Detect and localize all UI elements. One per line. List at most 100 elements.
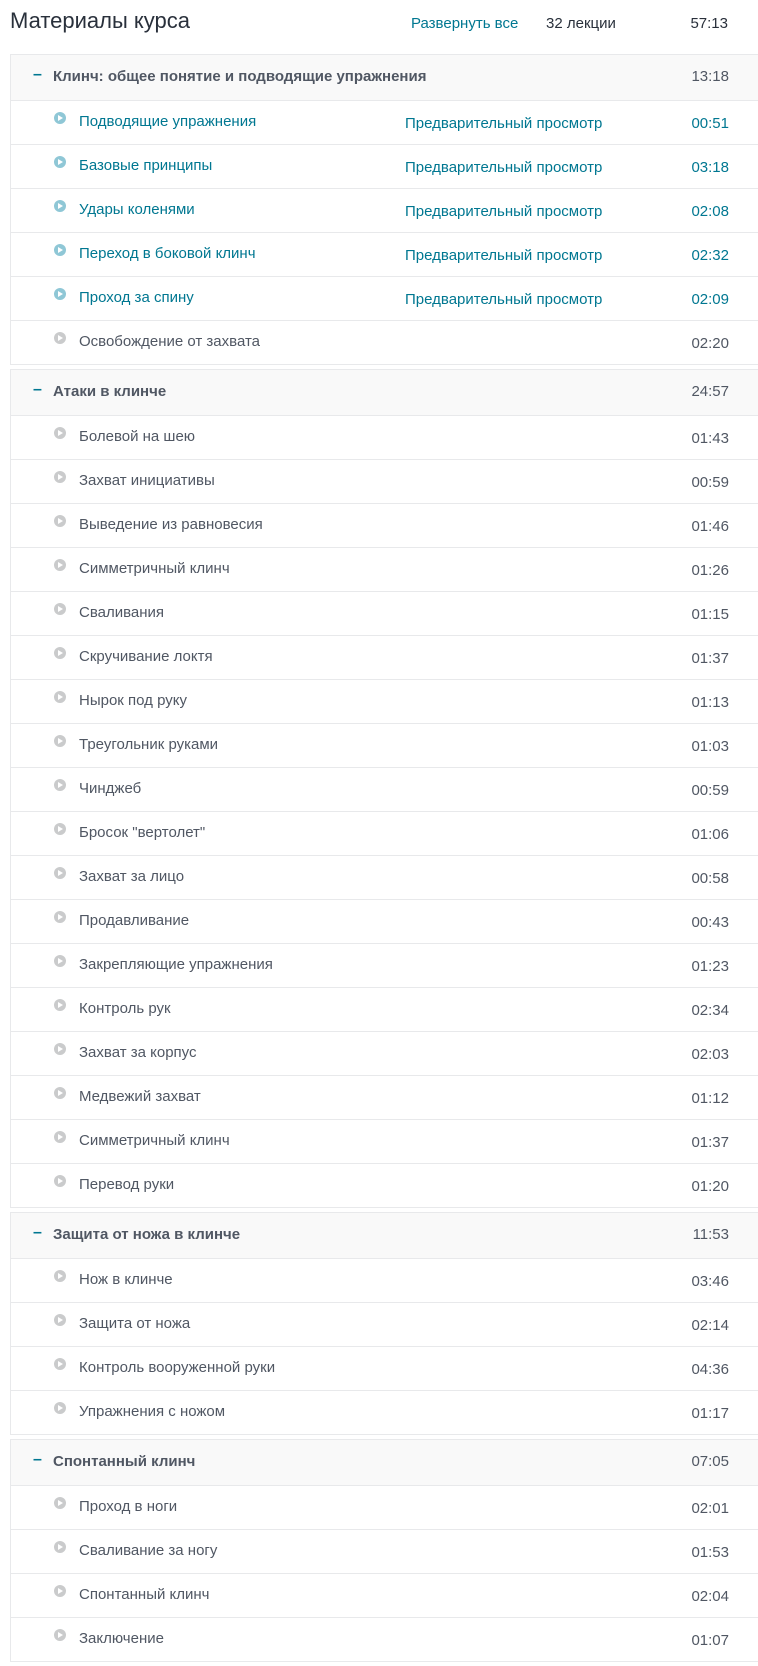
- collapse-toggle-icon[interactable]: –: [33, 66, 42, 84]
- lecture-title: Симметричный клинч: [79, 1132, 230, 1149]
- lecture-title[interactable]: Проход за спину: [79, 289, 194, 306]
- play-circle-icon: [54, 1087, 66, 1099]
- play-circle-icon: [54, 1314, 66, 1326]
- lecture-row[interactable]: Удары коленями Предварительный просмотр 02…: [11, 189, 758, 233]
- lecture-duration: 00:59: [691, 782, 729, 799]
- lecture-title: Защита от ножа: [79, 1315, 191, 1332]
- section-title: Клинч: общее понятие и подводящие упражн…: [53, 68, 427, 85]
- lecture-duration: 02:20: [691, 335, 729, 352]
- play-circle-icon: [54, 427, 66, 439]
- lecture-duration: 01:43: [691, 430, 729, 447]
- preview-link[interactable]: Предварительный просмотр: [405, 291, 602, 308]
- play-circle-icon: [54, 112, 66, 124]
- section-header[interactable]: – Защита от ножа в клинче 11:53: [11, 1213, 758, 1259]
- lecture-duration: 01:17: [691, 1405, 729, 1422]
- lecture-duration: 02:32: [691, 247, 729, 264]
- lecture-title[interactable]: Удары коленями: [79, 201, 195, 218]
- lecture-duration: 01:03: [691, 738, 729, 755]
- preview-link[interactable]: Предварительный просмотр: [405, 115, 602, 132]
- lecture-row: Защита от ножа 02:14: [11, 1303, 758, 1347]
- preview-link[interactable]: Предварительный просмотр: [405, 247, 602, 264]
- play-circle-icon: [54, 515, 66, 527]
- section-header[interactable]: – Атаки в клинче 24:57: [11, 370, 758, 416]
- lecture-row: Захват за лицо 00:58: [11, 856, 758, 900]
- lecture-title: Контроль рук: [79, 1000, 171, 1017]
- course-section: – Защита от ножа в клинче 11:53 Нож в клинч…: [10, 1212, 758, 1435]
- lecture-title: Чинджеб: [79, 780, 142, 797]
- lecture-row: Упражнения с ножом 01:17: [11, 1391, 758, 1434]
- lecture-duration: 01:46: [691, 518, 729, 535]
- lecture-title: Выведение из равновесия: [79, 516, 263, 533]
- lecture-title: Упражнения с ножом: [79, 1403, 226, 1420]
- lecture-row: Захват за корпус 02:03: [11, 1032, 758, 1076]
- lecture-row: Сваливания 01:15: [11, 592, 758, 636]
- lecture-row: Чинджеб 00:59: [11, 768, 758, 812]
- lecture-title: Закрепляющие упражнения: [79, 956, 273, 973]
- lecture-row[interactable]: Проход за спину Предварительный просмотр 0…: [11, 277, 758, 321]
- play-circle-icon: [54, 1402, 66, 1414]
- lecture-title: Болевой на шею: [79, 428, 196, 445]
- collapse-toggle-icon[interactable]: –: [33, 1451, 42, 1469]
- lecture-row: Болевой на шею 01:43: [11, 416, 758, 460]
- preview-link[interactable]: Предварительный просмотр: [405, 159, 602, 176]
- lecture-title[interactable]: Подводящие упражнения: [79, 113, 256, 130]
- lecture-title: Медвежий захват: [79, 1088, 201, 1105]
- course-section: – Спонтанный клинч 07:05 Проход в ноги 02:01…: [10, 1439, 758, 1662]
- lecture-title: Контроль вооруженной руки: [79, 1359, 276, 1376]
- lecture-duration: 03:18: [691, 159, 729, 176]
- lecture-title: Освобождение от захвата: [79, 333, 261, 350]
- play-circle-icon: [54, 823, 66, 835]
- lecture-title: Скручивание локтя: [79, 648, 213, 665]
- lecture-row: Выведение из равновесия 01:46: [11, 504, 758, 548]
- lecture-title: Спонтанный клинч: [79, 1586, 210, 1603]
- lecture-duration: 02:03: [691, 1046, 729, 1063]
- play-circle-icon: [54, 288, 66, 300]
- section-duration: 13:18: [691, 68, 729, 85]
- lecture-title[interactable]: Переход в боковой клинч: [79, 245, 256, 262]
- lecture-row: Медвежий захват 01:12: [11, 1076, 758, 1120]
- lecture-duration: 01:12: [691, 1090, 729, 1107]
- lecture-duration: 02:34: [691, 1002, 729, 1019]
- section-title: Атаки в клинче: [53, 383, 167, 400]
- lecture-duration: 01:26: [691, 562, 729, 579]
- lecture-title[interactable]: Базовые принципы: [79, 157, 212, 174]
- section-header[interactable]: – Спонтанный клинч 07:05: [11, 1440, 758, 1486]
- lecture-row: Симметричный клинч 01:37: [11, 1120, 758, 1164]
- expand-all-button[interactable]: Развернуть все: [411, 15, 518, 32]
- lecture-title: Сваливания: [79, 604, 165, 621]
- lecture-row: Перевод руки 01:20: [11, 1164, 758, 1207]
- course-content-page: Материалы курса Развернуть все 32 лекции…: [0, 0, 758, 1662]
- lecture-row: Бросок "вертолет" 01:06: [11, 812, 758, 856]
- section-header[interactable]: – Клинч: общее понятие и подводящие упраж…: [11, 55, 758, 101]
- lecture-title: Заключение: [79, 1630, 164, 1647]
- collapse-toggle-icon[interactable]: –: [33, 381, 42, 399]
- lecture-row[interactable]: Базовые принципы Предварительный просмотр…: [11, 145, 758, 189]
- lecture-row: Сваливание за ногу 01:53: [11, 1530, 758, 1574]
- lecture-title: Захват за корпус: [79, 1044, 197, 1061]
- lecture-title: Симметричный клинч: [79, 560, 230, 577]
- preview-link[interactable]: Предварительный просмотр: [405, 203, 602, 220]
- lecture-duration: 01:37: [691, 650, 729, 667]
- play-circle-icon: [54, 1175, 66, 1187]
- lecture-title: Бросок "вертолет": [79, 824, 206, 841]
- section-duration: 24:57: [691, 383, 729, 400]
- lecture-duration: 01:20: [691, 1178, 729, 1195]
- play-circle-icon: [54, 867, 66, 879]
- lecture-row[interactable]: Подводящие упражнения Предварительный про…: [11, 101, 758, 145]
- play-circle-icon: [54, 647, 66, 659]
- collapse-toggle-icon[interactable]: –: [33, 1224, 42, 1242]
- play-circle-icon: [54, 1541, 66, 1553]
- lecture-duration: 03:46: [691, 1273, 729, 1290]
- lecture-duration: 02:04: [691, 1588, 729, 1605]
- play-circle-icon: [54, 1270, 66, 1282]
- lecture-duration: 04:36: [691, 1361, 729, 1378]
- lecture-row[interactable]: Переход в боковой клинч Предварительный п…: [11, 233, 758, 277]
- play-circle-icon: [54, 955, 66, 967]
- section-duration: 07:05: [691, 1453, 729, 1470]
- lecture-title: Захват за лицо: [79, 868, 185, 885]
- play-circle-icon: [54, 911, 66, 923]
- lecture-duration: 02:14: [691, 1317, 729, 1334]
- lecture-title: Проход в ноги: [79, 1498, 178, 1515]
- play-circle-icon: [54, 1043, 66, 1055]
- play-circle-icon: [54, 779, 66, 791]
